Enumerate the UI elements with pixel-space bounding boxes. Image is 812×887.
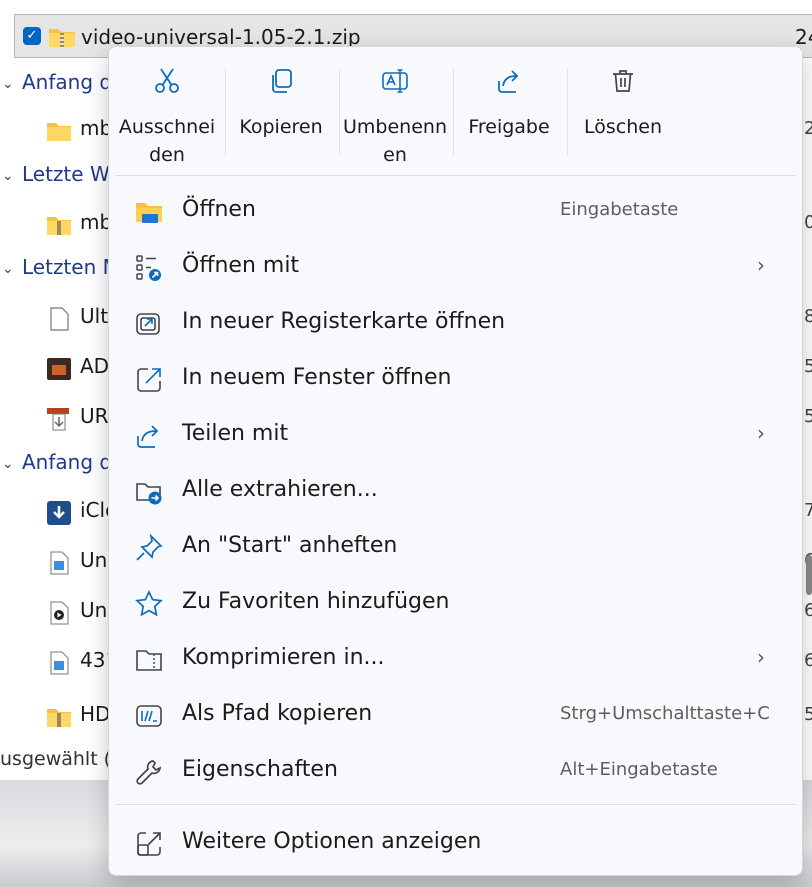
star-icon — [135, 590, 163, 617]
pin-icon — [136, 533, 163, 561]
zip-folder-icon — [49, 29, 75, 47]
menu-item-add-favorites[interactable]: Zu Favoriten hinzufügen — [109, 575, 802, 631]
image-file-icon — [50, 651, 69, 675]
zip-folder-icon — [47, 217, 71, 235]
chevron-down-icon: ⌄ — [2, 76, 14, 92]
menu-item-pin-start[interactable]: An "Start" anheften — [109, 519, 802, 575]
archive-app-icon — [47, 358, 71, 380]
menu-item-label: Teilen mit — [182, 421, 289, 446]
menu-item-new-tab[interactable]: In neuer Registerkarte öffnen — [109, 295, 802, 351]
context-menu: Ausschnei den Kopieren Umbenenn en Freig… — [108, 46, 803, 876]
menu-item-extract-all[interactable]: Alle extrahieren... — [109, 463, 802, 519]
chevron-down-icon: ⌄ — [2, 456, 14, 472]
file-size: 6 — [804, 650, 812, 671]
menu-item-open-with[interactable]: Öffnen mit › — [109, 239, 802, 295]
file-size: 0 — [804, 212, 812, 233]
menu-item-more-options[interactable]: Weitere Optionen anzeigen — [109, 815, 802, 871]
chevron-down-icon: ⌄ — [2, 168, 14, 184]
menu-item-properties[interactable]: Eigenschaften Alt+Eingabetaste — [109, 743, 802, 799]
group-title: Anfang d — [22, 70, 113, 94]
extract-folder-icon — [136, 483, 162, 505]
cut-button[interactable]: Ausschnei den — [110, 47, 224, 175]
rename-label: Umbenenn en — [343, 116, 447, 166]
scissors-icon — [155, 68, 179, 93]
selected-file-size: 24 — [795, 25, 812, 49]
file-size: 8 — [804, 306, 812, 327]
chevron-right-icon: › — [757, 645, 765, 669]
status-bar-text: usgewählt (2 — [0, 748, 124, 770]
file-size: 5 — [804, 356, 812, 377]
menu-item-label: Eigenschaften — [182, 757, 338, 782]
menu-item-label: Als Pfad kopieren — [182, 701, 373, 726]
document-icon — [50, 307, 69, 331]
zip-folder-icon — [47, 709, 71, 727]
menu-item-label: In neuem Fenster öffnen — [182, 365, 452, 390]
menu-item-label: Weitere Optionen anzeigen — [182, 829, 482, 854]
menu-item-label: Öffnen — [182, 197, 256, 222]
delete-button[interactable]: Löschen — [566, 47, 680, 175]
file-name: Un — [80, 598, 108, 622]
folder-icon — [47, 123, 71, 141]
open-with-icon — [136, 255, 161, 281]
shortcut-hint: Alt+Eingabetaste — [560, 759, 718, 780]
menu-item-compress[interactable]: Komprimieren in... › — [109, 631, 802, 687]
cut-label: Ausschnei den — [118, 116, 216, 166]
group-title: Anfang d — [22, 450, 113, 474]
chevron-right-icon: › — [757, 253, 765, 277]
file-name: Un — [80, 548, 108, 572]
copy-icon — [272, 69, 292, 93]
file-size: 5 — [804, 406, 812, 427]
download-app-icon — [47, 501, 71, 525]
chevron-down-icon: ⌄ — [2, 261, 14, 277]
rename-icon — [382, 69, 408, 93]
more-options-icon — [137, 832, 161, 856]
shortcut-hint: Strg+Umschalttaste+C — [560, 703, 770, 724]
open-external-icon — [137, 368, 161, 392]
menu-item-open[interactable]: Öffnen Eingabetaste — [109, 183, 802, 239]
image-file-icon — [50, 551, 69, 575]
menu-item-label: In neuer Registerkarte öffnen — [182, 309, 506, 334]
menu-item-new-window[interactable]: In neuem Fenster öffnen — [109, 351, 802, 407]
wrench-icon — [136, 760, 162, 785]
file-size: 2 — [804, 118, 812, 139]
file-name: Ult — [80, 304, 109, 328]
folder-open-icon — [136, 203, 162, 223]
file-name: UR — [80, 404, 109, 428]
menu-item-label: Zu Favoriten hinzufügen — [182, 589, 450, 614]
copy-path-icon — [136, 705, 162, 727]
shortcut-hint: Eingabetaste — [560, 199, 679, 220]
menu-item-share-with[interactable]: Teilen mit › — [109, 407, 802, 463]
file-size: 6 — [804, 600, 812, 621]
share-label: Freigabe — [468, 116, 550, 138]
copy-button[interactable]: Kopieren — [224, 47, 338, 175]
rename-button[interactable]: Umbenenn en — [338, 47, 452, 175]
trash-icon — [613, 70, 633, 92]
menu-item-label: Komprimieren in... — [182, 645, 385, 670]
file-name: AD — [80, 354, 110, 378]
divider — [115, 804, 796, 805]
share-icon — [137, 425, 159, 448]
copy-label: Kopieren — [239, 116, 323, 138]
delete-label: Löschen — [584, 116, 662, 138]
group-title: Letzten M — [22, 255, 120, 279]
installer-icon — [47, 408, 69, 431]
menu-item-label: Alle extrahieren... — [182, 477, 378, 502]
share-button[interactable]: Freigabe — [452, 47, 566, 175]
menu-item-label: Öffnen mit — [182, 253, 300, 278]
video-file-icon — [50, 601, 69, 625]
chevron-right-icon: › — [757, 421, 765, 445]
new-tab-icon — [136, 313, 160, 335]
file-size: 7 — [804, 500, 812, 521]
zip-folder-icon — [136, 650, 162, 671]
menu-item-copy-path[interactable]: Als Pfad kopieren Strg+Umschalttaste+C — [109, 687, 802, 743]
divider — [115, 175, 796, 176]
checkbox[interactable]: ✓ — [23, 27, 41, 45]
menu-item-label: An "Start" anheften — [182, 533, 398, 558]
share-icon — [498, 70, 519, 93]
file-size: 5 — [804, 704, 812, 725]
scrollbar-thumb[interactable] — [806, 555, 812, 595]
file-name: HD — [80, 702, 111, 726]
context-menu-toolbar: Ausschnei den Kopieren Umbenenn en Freig… — [109, 47, 802, 175]
group-title: Letzte Wo — [22, 162, 121, 186]
